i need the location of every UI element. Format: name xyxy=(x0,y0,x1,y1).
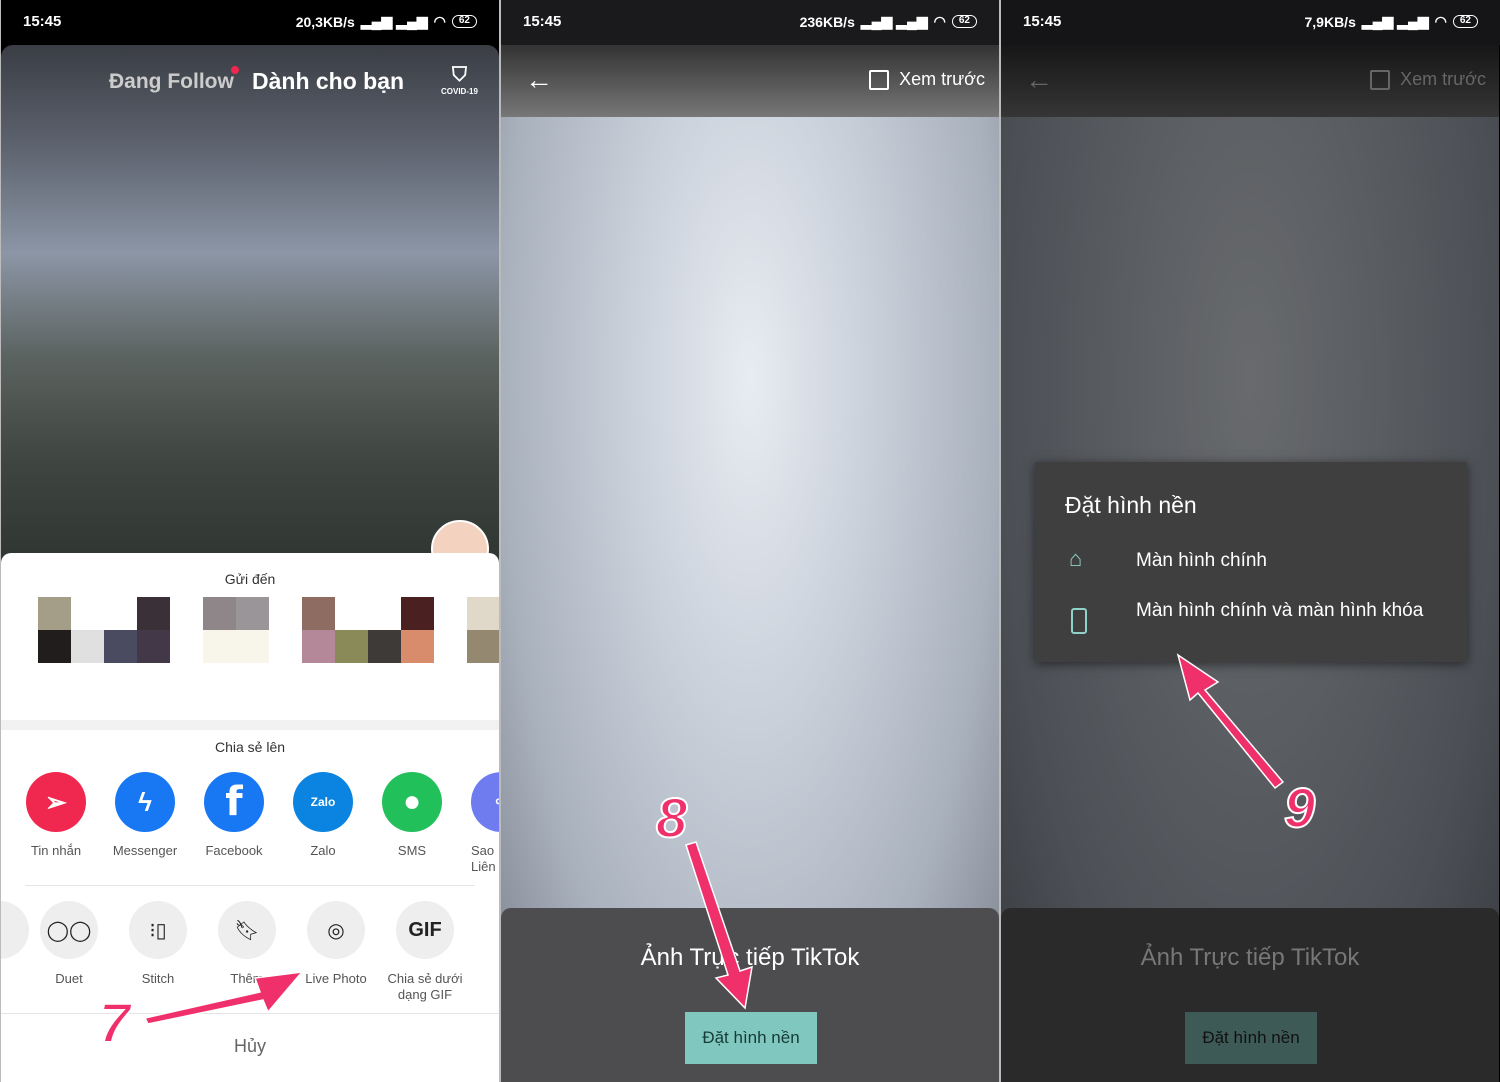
arrow-7 xyxy=(143,971,304,1025)
arrow-9 xyxy=(1176,653,1285,790)
arrow-8 xyxy=(685,841,753,1010)
annotation-arrows xyxy=(143,653,1285,1025)
